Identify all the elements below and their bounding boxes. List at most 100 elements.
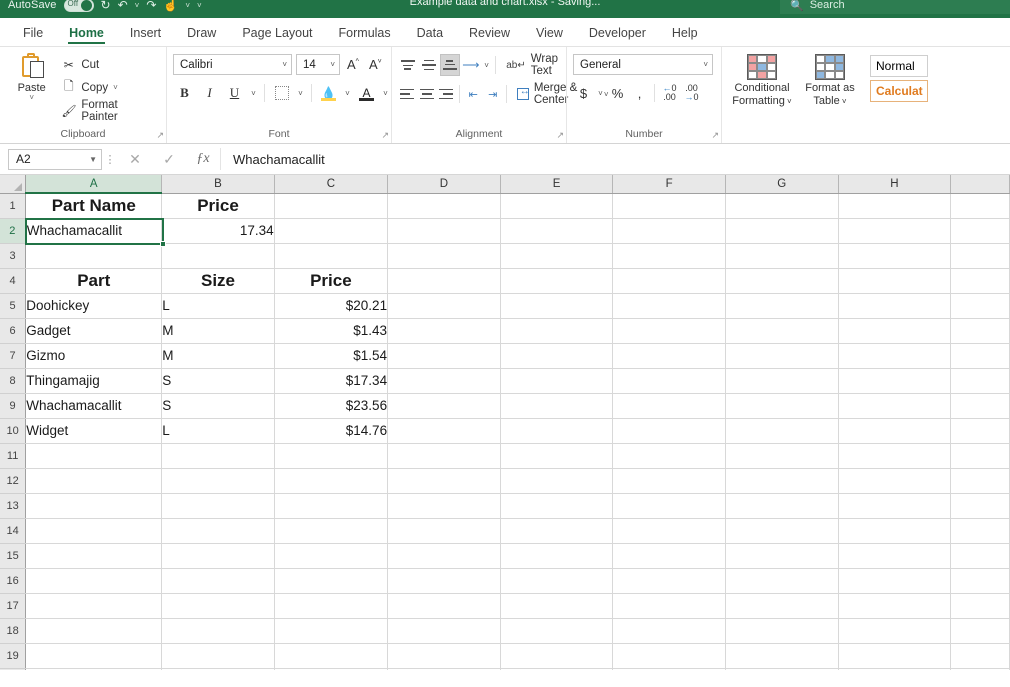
cell-e5[interactable] — [500, 293, 614, 319]
row-header-14[interactable]: 14 — [0, 518, 27, 544]
underline-button[interactable]: U — [223, 82, 246, 104]
cell-i5[interactable] — [950, 293, 1010, 319]
cell-f4[interactable] — [612, 268, 726, 294]
cell-h19[interactable] — [838, 643, 952, 669]
cell-d2[interactable] — [387, 218, 501, 244]
cancel-icon[interactable]: ✕ — [118, 148, 152, 170]
cell-a19[interactable] — [25, 643, 163, 669]
cell-h15[interactable] — [838, 543, 952, 569]
row-header-5[interactable]: 5 — [0, 293, 27, 319]
cell-f10[interactable] — [612, 418, 726, 444]
cell-g7[interactable] — [725, 343, 839, 369]
row-header-16[interactable]: 16 — [0, 568, 27, 594]
cell-h2[interactable] — [838, 218, 952, 244]
cell-style-calculation[interactable]: Calculat — [870, 80, 928, 102]
fill-color-button[interactable]: 💧 — [317, 82, 340, 104]
cell-g11[interactable] — [725, 443, 839, 469]
bold-button[interactable]: B — [173, 82, 196, 104]
cell-c9[interactable]: $23.56 — [274, 393, 389, 419]
shrink-font-icon[interactable]: A˅ — [366, 57, 385, 72]
row-header-4[interactable]: 4 — [0, 268, 27, 294]
cell-d11[interactable] — [387, 443, 501, 469]
align-left-button[interactable] — [398, 83, 416, 105]
cell-d14[interactable] — [387, 518, 501, 544]
cell-a20[interactable] — [25, 668, 163, 670]
cell-f9[interactable] — [612, 393, 726, 419]
cell-h18[interactable] — [838, 618, 952, 644]
cut-button[interactable]: ✂ Cut — [57, 54, 160, 75]
cell-e8[interactable] — [500, 368, 614, 394]
cell-a18[interactable] — [25, 618, 163, 644]
row-header-8[interactable]: 8 — [0, 368, 27, 394]
cell-c17[interactable] — [274, 593, 389, 619]
font-dialog-launcher-icon[interactable]: ↗ — [381, 130, 389, 141]
column-header-c[interactable]: C — [274, 175, 389, 194]
cell-h4[interactable] — [838, 268, 952, 294]
cell-f8[interactable] — [612, 368, 726, 394]
cell-h6[interactable] — [838, 318, 952, 344]
cell-h11[interactable] — [838, 443, 952, 469]
cell-d9[interactable] — [387, 393, 501, 419]
wrap-text-button[interactable]: ab↵ Wrap Text — [500, 53, 572, 77]
cell-b16[interactable] — [161, 568, 275, 594]
cell-e7[interactable] — [500, 343, 614, 369]
cell-d5[interactable] — [387, 293, 501, 319]
cell-f16[interactable] — [612, 568, 726, 594]
cell-h14[interactable] — [838, 518, 952, 544]
cell-a10[interactable]: Widget — [25, 418, 163, 444]
cell-b9[interactable]: S — [161, 393, 275, 419]
italic-button[interactable]: I — [198, 82, 221, 104]
cell-c15[interactable] — [274, 543, 389, 569]
cell-g18[interactable] — [725, 618, 839, 644]
cell-g6[interactable] — [725, 318, 839, 344]
cell-e2[interactable] — [500, 218, 614, 244]
tab-data[interactable]: Data — [404, 22, 456, 43]
cell-d10[interactable] — [387, 418, 501, 444]
orientation-button[interactable]: ⟶ — [461, 54, 481, 76]
cell-c3[interactable] — [274, 243, 389, 269]
cell-e10[interactable] — [500, 418, 614, 444]
formula-bar-grip[interactable]: ⋮ — [102, 153, 118, 166]
cell-f14[interactable] — [612, 518, 726, 544]
cell-f7[interactable] — [612, 343, 726, 369]
cell-c14[interactable] — [274, 518, 389, 544]
cell-a4[interactable]: Part — [25, 268, 163, 294]
cell-i10[interactable] — [950, 418, 1010, 444]
cell-c4[interactable]: Price — [274, 268, 389, 294]
cell-d8[interactable] — [387, 368, 501, 394]
align-right-button[interactable] — [437, 83, 455, 105]
cell-a1[interactable]: Part Name — [25, 193, 163, 219]
enter-icon[interactable]: ✓ — [152, 148, 186, 170]
cell-g20[interactable] — [725, 668, 839, 670]
cell-h1[interactable] — [838, 193, 952, 219]
cell-i14[interactable] — [950, 518, 1010, 544]
tab-home[interactable]: Home — [56, 22, 117, 44]
align-bottom-button[interactable] — [439, 54, 460, 76]
cell-d7[interactable] — [387, 343, 501, 369]
row-header-2[interactable]: 2 — [0, 218, 27, 244]
column-header-i[interactable] — [950, 175, 1010, 194]
cell-g12[interactable] — [725, 468, 839, 494]
row-header-1[interactable]: 1 — [0, 193, 27, 219]
formula-input[interactable]: Whachamacallit — [220, 148, 1010, 170]
cell-h12[interactable] — [838, 468, 952, 494]
cell-b18[interactable] — [161, 618, 275, 644]
cell-g10[interactable] — [725, 418, 839, 444]
cell-e3[interactable] — [500, 243, 614, 269]
format-painter-button[interactable]: 🖌 Format Painter — [57, 99, 160, 123]
align-middle-button[interactable] — [419, 54, 439, 76]
format-as-table-button[interactable]: Format as Table ˅ — [796, 50, 864, 108]
cell-a12[interactable] — [25, 468, 163, 494]
cell-b20[interactable] — [161, 668, 275, 670]
cell-style-normal[interactable]: Normal — [870, 55, 928, 77]
underline-dropdown-icon[interactable]: ˅ — [248, 89, 259, 98]
cell-c16[interactable] — [274, 568, 389, 594]
cell-e19[interactable] — [500, 643, 614, 669]
select-all-corner[interactable] — [0, 175, 27, 194]
cell-f13[interactable] — [612, 493, 726, 519]
decrease-indent-button[interactable]: ⇤ — [464, 83, 482, 105]
cell-f15[interactable] — [612, 543, 726, 569]
cell-b6[interactable]: M — [161, 318, 275, 344]
name-box[interactable]: A2 ▼ — [8, 148, 102, 170]
cell-d4[interactable] — [387, 268, 501, 294]
